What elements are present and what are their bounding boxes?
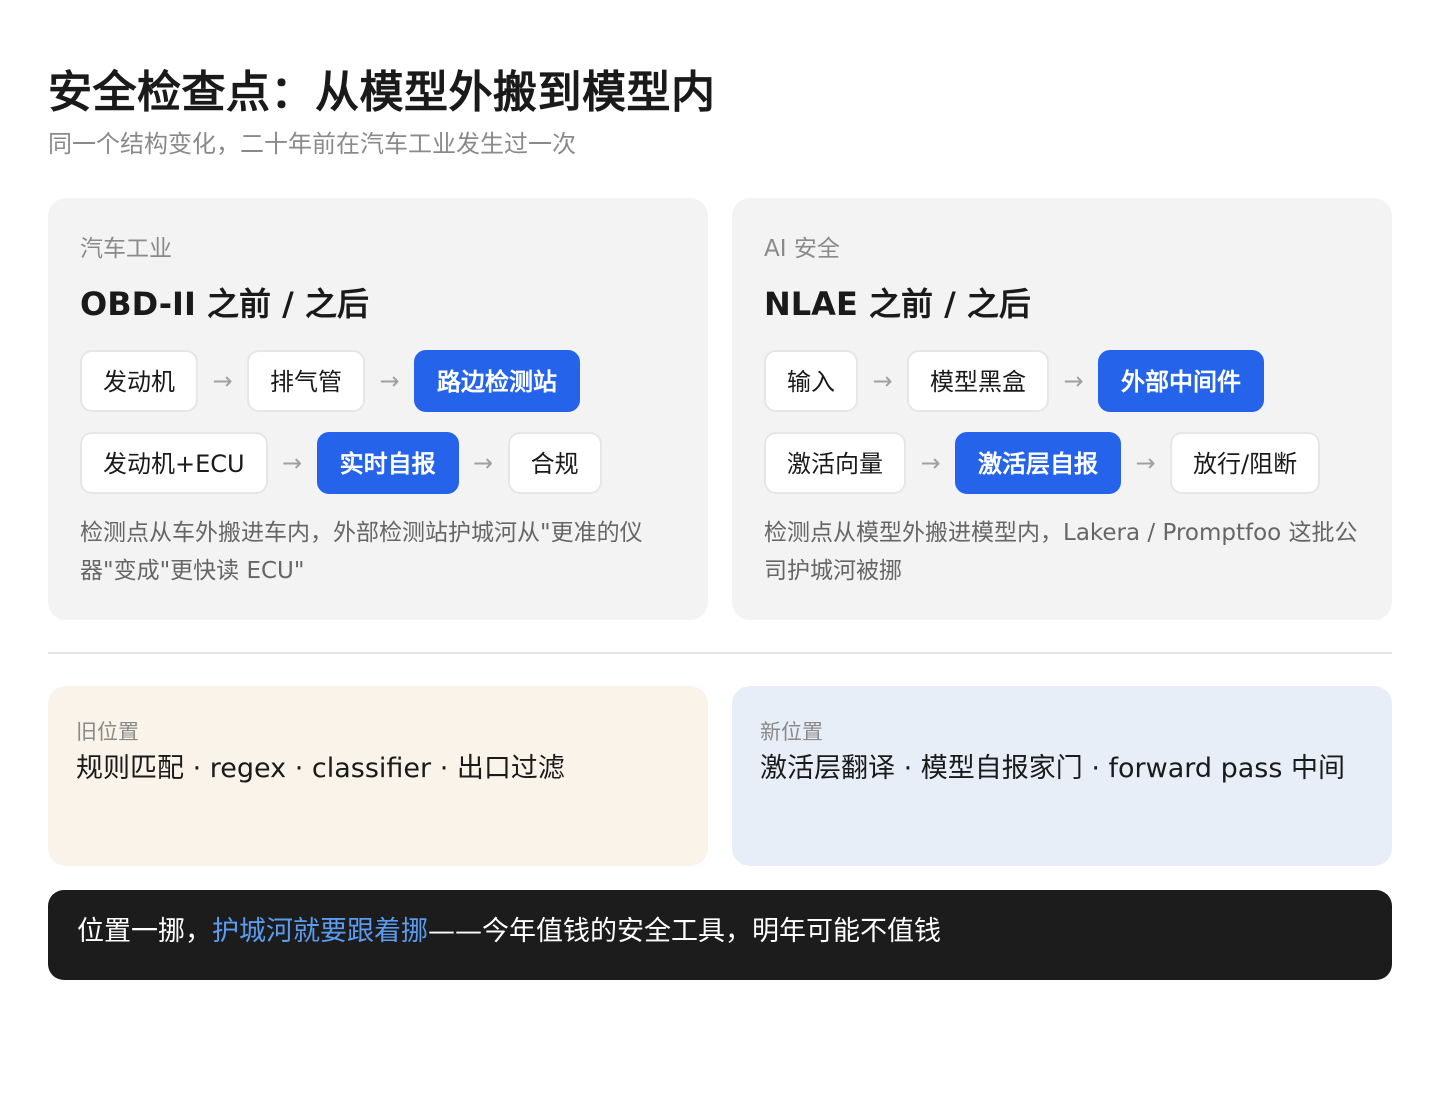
flow-row-before: 发动机 → 排气管 → 路边检测站 xyxy=(80,350,676,412)
new-position-label: 新位置 xyxy=(760,720,823,744)
flow-node: 合规 xyxy=(507,432,602,494)
panel-note: 检测点从车外搬进车内，外部检测站护城河从"更准的仪器"变成"更快读 ECU" xyxy=(80,520,643,584)
flow-node: 发动机+ECU xyxy=(80,432,268,494)
arrow-icon: → xyxy=(1135,449,1156,477)
arrow-icon: → xyxy=(282,449,303,477)
old-position-card: 旧位置 规则匹配 · regex · classifier · 出口过滤 xyxy=(48,686,708,866)
arrow-icon: → xyxy=(379,367,400,395)
old-position-label: 旧位置 xyxy=(76,720,139,744)
page-subtitle: 同一个结构变化，二十年前在汽车工业发生过一次 xyxy=(48,130,576,158)
arrow-icon: → xyxy=(1063,367,1084,395)
panel-heading: OBD-II 之前 / 之后 xyxy=(80,285,369,323)
panel-heading: NLAE 之前 / 之后 xyxy=(764,285,1031,323)
panel-eyebrow: 汽车工业 xyxy=(80,236,172,262)
flow-node-highlight: 外部中间件 xyxy=(1098,350,1264,412)
panel-eyebrow: AI 安全 xyxy=(764,236,840,262)
conclusion-bar: 位置一挪，护城河就要跟着挪——今年值钱的安全工具，明年可能不值钱 xyxy=(48,890,1392,980)
flow-row-after: 激活向量 → 激活层自报 → 放行/阻断 xyxy=(764,432,1360,494)
flow-row-after: 发动机+ECU → 实时自报 → 合规 xyxy=(80,432,676,494)
new-position-text: 激活层翻译 · 模型自报家门 · forward pass 中间 xyxy=(760,753,1345,784)
arrow-icon: → xyxy=(212,367,233,395)
panel-ai-safety: AI 安全 NLAE 之前 / 之后 输入 → 模型黑盒 → 外部中间件 激活向… xyxy=(732,198,1392,620)
flow-node-highlight: 路边检测站 xyxy=(414,350,580,412)
flow-node: 放行/阻断 xyxy=(1170,432,1321,494)
arrow-icon: → xyxy=(920,449,941,477)
flow-node-highlight: 实时自报 xyxy=(316,432,459,494)
flow-node: 发动机 xyxy=(80,350,198,412)
new-position-card: 新位置 激活层翻译 · 模型自报家门 · forward pass 中间 xyxy=(732,686,1392,866)
panel-note: 检测点从模型外搬进模型内，Lakera / Promptfoo 这批公司护城河被… xyxy=(764,520,1358,584)
conclusion-text-start: 位置一挪， xyxy=(77,916,212,947)
flow-node: 排气管 xyxy=(247,350,365,412)
flow-node: 输入 xyxy=(764,350,858,412)
divider xyxy=(48,652,1392,654)
flow-node: 模型黑盒 xyxy=(907,350,1049,412)
conclusion-highlight: 护城河就要跟着挪 xyxy=(212,916,428,947)
flow-node: 激活向量 xyxy=(764,432,906,494)
arrow-icon: → xyxy=(473,449,494,477)
panel-automotive: 汽车工业 OBD-II 之前 / 之后 发动机 → 排气管 → 路边检测站 发动… xyxy=(48,198,708,620)
page-title: 安全检查点：从模型外搬到模型内 xyxy=(48,67,716,118)
arrow-icon: → xyxy=(872,367,893,395)
conclusion-text-end: ——今年值钱的安全工具，明年可能不值钱 xyxy=(428,916,941,947)
flow-node-highlight: 激活层自报 xyxy=(955,432,1121,494)
old-position-text: 规则匹配 · regex · classifier · 出口过滤 xyxy=(76,753,565,784)
flow-row-before: 输入 → 模型黑盒 → 外部中间件 xyxy=(764,350,1360,412)
